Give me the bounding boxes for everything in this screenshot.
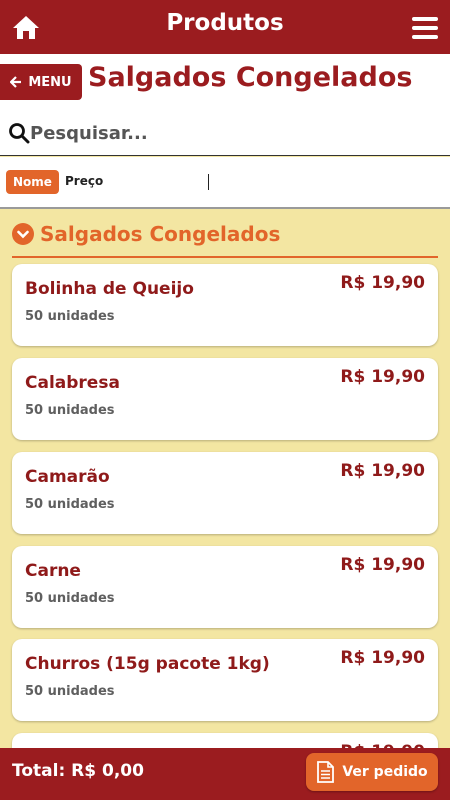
section-title: Salgados Congelados <box>40 222 281 246</box>
sort-by-price-button[interactable]: Preço <box>65 174 103 188</box>
product-price: R$ 19,90 <box>340 648 425 668</box>
product-price: R$ 19,90 <box>340 555 425 575</box>
search-bar <box>0 110 450 156</box>
section-divider <box>12 256 438 258</box>
chevron-down-icon <box>12 223 34 245</box>
text-cursor <box>208 174 209 190</box>
product-name: Carne <box>25 561 81 581</box>
page-title: Salgados Congelados <box>88 62 413 93</box>
product-card[interactable]: Bolinha de Queijo 50 unidades R$ 19,90 <box>12 264 438 346</box>
menu-button-label: MENU <box>28 74 72 90</box>
view-order-button[interactable]: Ver pedido <box>306 753 438 791</box>
product-price: R$ 19,90 <box>340 273 425 293</box>
product-quantity: 50 unidades <box>25 309 115 324</box>
page-header: MENU Salgados Congelados <box>0 54 450 110</box>
app-title: Produtos <box>166 10 284 36</box>
product-name: Churros (15g pacote 1kg) <box>25 654 270 674</box>
product-quantity: 50 unidades <box>25 497 115 512</box>
menu-back-button[interactable]: MENU <box>0 64 82 100</box>
product-name: Bolinha de Queijo <box>25 279 194 299</box>
product-card[interactable]: Camarão 50 unidades R$ 19,90 <box>12 452 438 534</box>
section-header[interactable]: Salgados Congelados <box>12 222 280 246</box>
product-card[interactable]: Carne 50 unidades R$ 19,90 <box>12 546 438 628</box>
product-quantity: 50 unidades <box>25 403 115 418</box>
product-quantity: 50 unidades <box>25 591 115 606</box>
view-order-label: Ver pedido <box>342 764 428 780</box>
product-price: R$ 19,90 <box>340 367 425 387</box>
search-icon <box>9 123 30 144</box>
product-name: Camarão <box>25 467 110 487</box>
product-section: Salgados Congelados Bolinha de Queijo 50… <box>0 210 450 750</box>
document-icon <box>317 761 335 783</box>
top-app-bar: Produtos <box>0 0 450 54</box>
product-name: Calabresa <box>25 373 120 393</box>
sort-bar: Nome Preço <box>0 157 450 209</box>
product-price: R$ 19,90 <box>340 461 425 481</box>
sort-by-name-button[interactable]: Nome <box>6 170 59 194</box>
arrow-left-icon <box>10 76 22 88</box>
order-total: Total: R$ 0,00 <box>12 761 144 781</box>
product-quantity: 50 unidades <box>25 684 115 699</box>
search-input[interactable] <box>30 120 430 146</box>
hamburger-menu-icon[interactable] <box>412 17 438 39</box>
product-card[interactable]: Calabresa 50 unidades R$ 19,90 <box>12 358 438 440</box>
product-card[interactable]: Churros (15g pacote 1kg) 50 unidades R$ … <box>12 639 438 721</box>
bottom-bar: Total: R$ 0,00 Ver pedido <box>0 748 450 800</box>
